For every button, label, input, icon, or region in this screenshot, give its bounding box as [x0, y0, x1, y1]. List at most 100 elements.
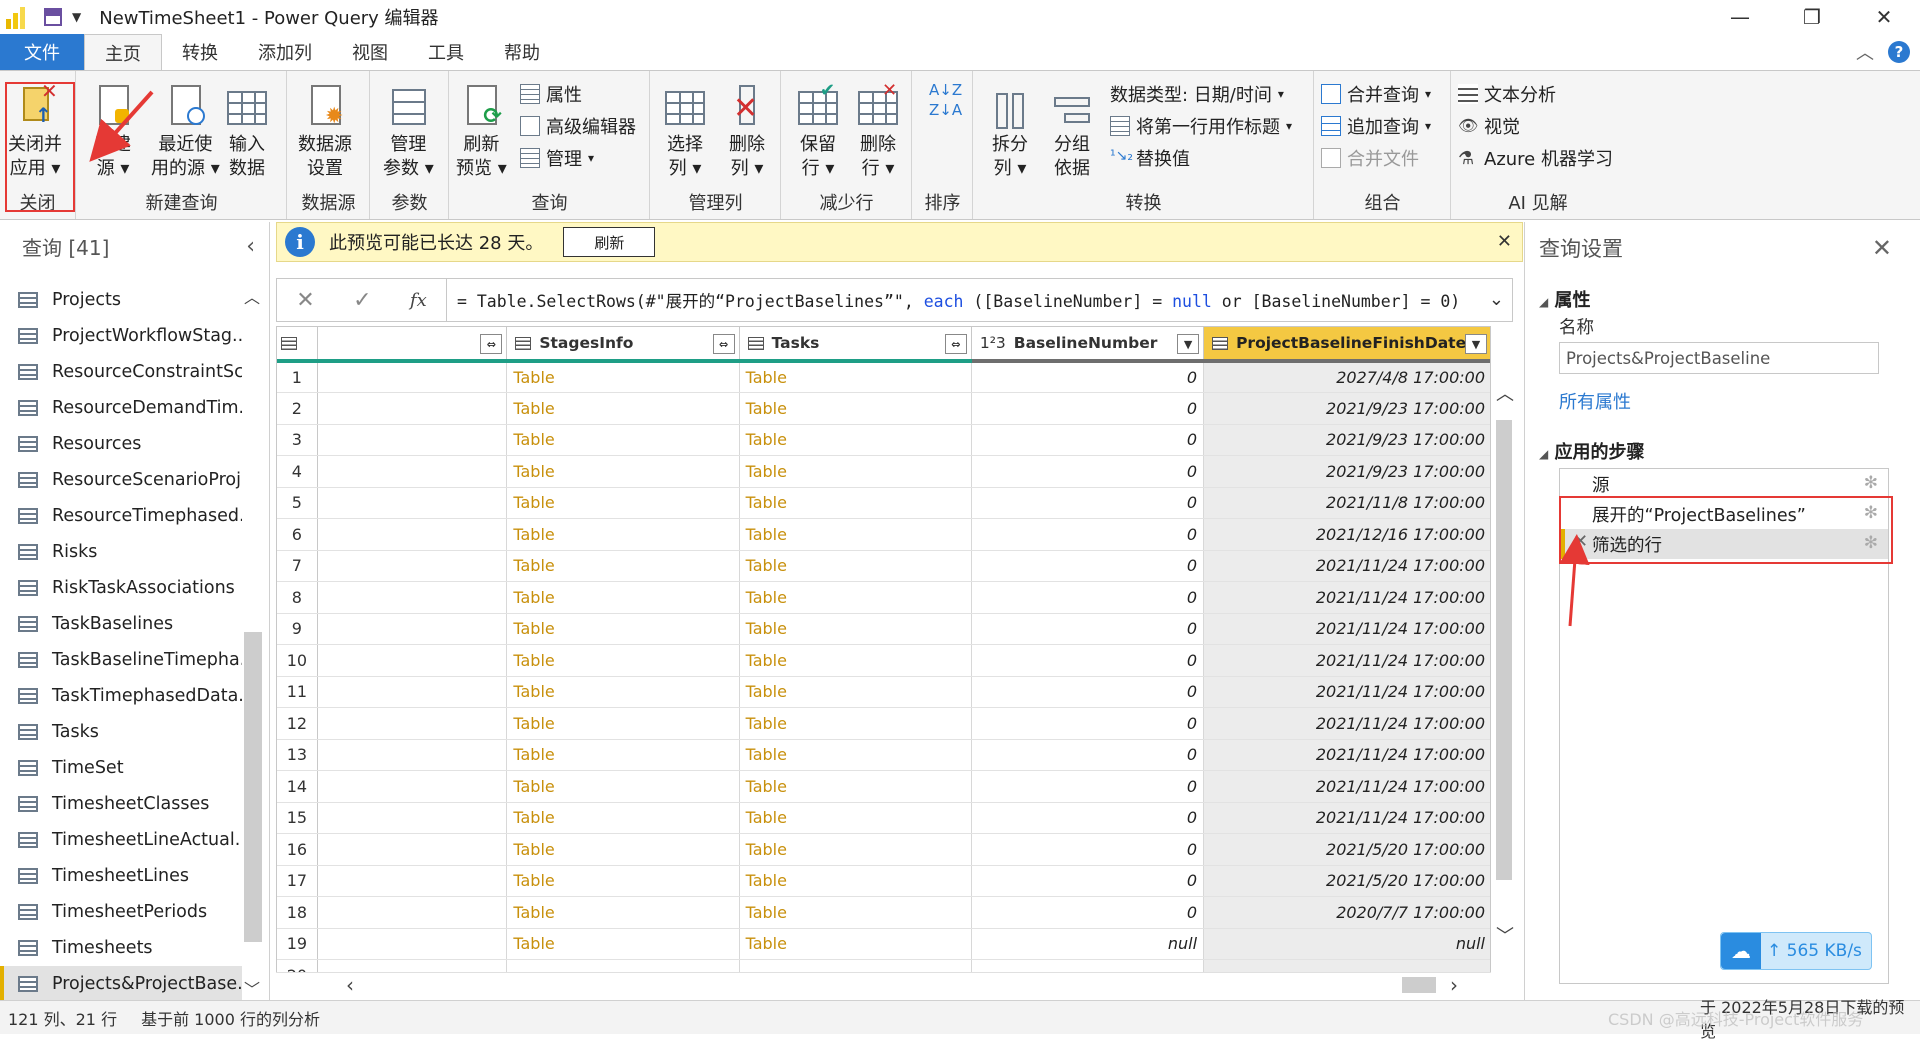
column-header-baselinenumber[interactable]: 1²3 BaselineNumber ▼: [971, 327, 1205, 363]
grid-scroll-up-icon[interactable]: ︿: [1496, 380, 1514, 406]
cell-stagesinfo[interactable]: Table: [506, 644, 740, 677]
collapse-ribbon-icon[interactable]: ︿: [1856, 39, 1874, 65]
cell-stagesinfo[interactable]: Table: [506, 424, 740, 456]
cell-tasks[interactable]: Table: [739, 676, 972, 708]
collapse-queries-icon[interactable]: ‹: [246, 234, 255, 259]
data-source-settings-button[interactable]: ✹ 数据源 设置: [298, 83, 352, 181]
cell-tasks[interactable]: Table: [739, 865, 972, 897]
query-item[interactable]: Resources: [0, 426, 242, 462]
query-item[interactable]: ResourceScenarioProj...: [0, 462, 242, 498]
column-header-tasks[interactable]: Tasks ⇔: [739, 327, 972, 363]
applied-steps-section[interactable]: ◢ 应用的步骤: [1539, 438, 1645, 464]
cell-stagesinfo[interactable]: Table: [506, 550, 740, 582]
use-first-row-headers-button[interactable]: 将第一行用作标题 ▾: [1110, 113, 1292, 139]
query-item[interactable]: TimesheetLines: [0, 858, 242, 894]
cell-stagesinfo[interactable]: Table: [506, 361, 740, 393]
all-properties-link[interactable]: 所有属性: [1559, 388, 1631, 414]
query-item[interactable]: TimesheetLineActual...: [0, 822, 242, 858]
query-item[interactable]: TimesheetClasses: [0, 786, 242, 822]
cell-tasks[interactable]: Table: [739, 455, 972, 488]
cell-tasks[interactable]: Table: [739, 739, 972, 771]
gear-icon[interactable]: ✻: [1864, 473, 1878, 493]
sort-descending-icon[interactable]: Z↓A: [929, 101, 962, 119]
close-window-button[interactable]: ✕: [1848, 0, 1920, 34]
query-item[interactable]: RiskTaskAssociations: [0, 570, 242, 606]
cell-tasks[interactable]: Table: [739, 392, 972, 425]
cell-tasks[interactable]: Table: [739, 928, 972, 960]
expand-formula-icon[interactable]: ⌄: [1489, 289, 1504, 310]
cell-tasks[interactable]: Table: [739, 644, 972, 677]
column-header-projectbaselinefinishdate[interactable]: ProjectBaselineFinishDate ▼: [1203, 327, 1490, 363]
properties-section[interactable]: ◢ 属性: [1539, 286, 1591, 312]
refresh-preview-button[interactable]: ⟳ 刷新 预览 ▾: [456, 83, 507, 181]
advanced-editor-button[interactable]: 高级编辑器: [520, 113, 636, 139]
close-settings-icon[interactable]: ✕: [1872, 234, 1892, 262]
manage-parameters-button[interactable]: 管理 参数 ▾: [383, 83, 434, 181]
query-item[interactable]: Tasks: [0, 714, 242, 750]
query-item[interactable]: ProjectWorkflowStag...: [0, 318, 242, 354]
expand-column-icon[interactable]: ⇔: [712, 334, 735, 354]
customize-quick-access-icon[interactable]: ▼: [72, 10, 81, 24]
column-header-stagesinfo[interactable]: StagesInfo ⇔: [506, 327, 740, 363]
replace-values-button[interactable]: ¹↘₂ 替换值: [1110, 145, 1190, 171]
split-column-button[interactable]: 拆分 列 ▾: [988, 83, 1032, 181]
cell-stagesinfo[interactable]: Table: [506, 581, 740, 614]
column-dropdown-icon[interactable]: ▼: [1465, 334, 1487, 354]
cell-stagesinfo[interactable]: Table: [506, 676, 740, 708]
fx-icon[interactable]: fx: [410, 290, 427, 311]
grid-hscroll-thumb[interactable]: [1402, 977, 1436, 993]
query-name-input[interactable]: Projects&ProjectBaseline: [1559, 342, 1879, 374]
minimize-button[interactable]: —: [1704, 0, 1776, 34]
sort-ascending-icon[interactable]: A↓Z: [929, 81, 962, 99]
expand-column-icon[interactable]: ⇔: [480, 334, 503, 354]
vision-button[interactable]: 👁 视觉: [1458, 113, 1520, 139]
manage-button[interactable]: 管理 ▾: [520, 145, 594, 171]
cell-stagesinfo[interactable]: Table: [506, 928, 740, 960]
query-item[interactable]: TimesheetPeriods: [0, 894, 242, 930]
cell-stagesinfo[interactable]: Table: [506, 613, 740, 645]
properties-button[interactable]: 属性: [520, 81, 582, 107]
query-item[interactable]: TaskBaselineTimepha...: [0, 642, 242, 678]
cell-tasks[interactable]: Table: [739, 833, 972, 866]
cell-tasks[interactable]: Table: [739, 550, 972, 582]
query-item[interactable]: TimeSet: [0, 750, 242, 786]
tab-transform[interactable]: 转换: [162, 34, 238, 70]
scroll-up-icon[interactable]: ︿: [244, 284, 260, 308]
table-corner-menu[interactable]: [277, 327, 318, 363]
query-item[interactable]: ResourceTimephased...: [0, 498, 242, 534]
remove-columns-button[interactable]: ✕ 删除 列 ▾: [725, 83, 769, 181]
banner-refresh-button[interactable]: 刷新: [563, 227, 656, 257]
cell-tasks[interactable]: Table: [739, 487, 972, 519]
formula-input[interactable]: = Table.SelectRows(#"展开的“ProjectBaseline…: [457, 288, 1460, 312]
cell-tasks[interactable]: Table: [739, 518, 972, 551]
cell-stagesinfo[interactable]: Table: [506, 896, 740, 929]
enter-data-button[interactable]: 输入 数据: [225, 83, 269, 181]
combine-files-button[interactable]: 合并文件: [1321, 145, 1419, 171]
group-by-button[interactable]: 分组 依据: [1050, 83, 1094, 181]
cell-stagesinfo[interactable]: Table: [506, 455, 740, 488]
query-item[interactable]: ResourceDemandTim...: [0, 390, 242, 426]
scroll-down-icon[interactable]: ﹀: [244, 976, 260, 1000]
help-icon[interactable]: ?: [1888, 41, 1910, 63]
query-item[interactable]: Projects&ProjectBase...: [0, 966, 242, 1002]
tab-home[interactable]: 主页: [84, 34, 162, 70]
grid-horizontal-scrollbar[interactable]: ‹ ›: [276, 972, 1491, 997]
queries-scroll-thumb[interactable]: [244, 632, 262, 942]
save-icon[interactable]: [44, 8, 62, 26]
grid-vscroll-thumb[interactable]: [1496, 420, 1512, 880]
cell-stagesinfo[interactable]: Table: [506, 802, 740, 834]
recent-sources-button[interactable]: 最近使 用的源 ▾: [151, 83, 220, 181]
cell-tasks[interactable]: Table: [739, 802, 972, 834]
cancel-formula-icon[interactable]: ✕: [296, 288, 314, 313]
grid-scroll-down-icon[interactable]: ﹀: [1496, 922, 1514, 948]
query-item[interactable]: Timesheets: [0, 930, 242, 966]
new-source-button[interactable]: 新建 源 ▾: [91, 83, 135, 181]
data-type-dropdown[interactable]: 数据类型: 日期/时间 ▾: [1110, 81, 1284, 107]
query-item[interactable]: Risks: [0, 534, 242, 570]
cell-tasks[interactable]: Table: [739, 424, 972, 456]
tab-help[interactable]: 帮助: [484, 34, 560, 70]
query-item[interactable]: TaskTimephasedData...: [0, 678, 242, 714]
cell-stagesinfo[interactable]: Table: [506, 392, 740, 425]
choose-columns-button[interactable]: 选择 列 ▾: [663, 83, 707, 181]
cell-tasks[interactable]: Table: [739, 361, 972, 393]
